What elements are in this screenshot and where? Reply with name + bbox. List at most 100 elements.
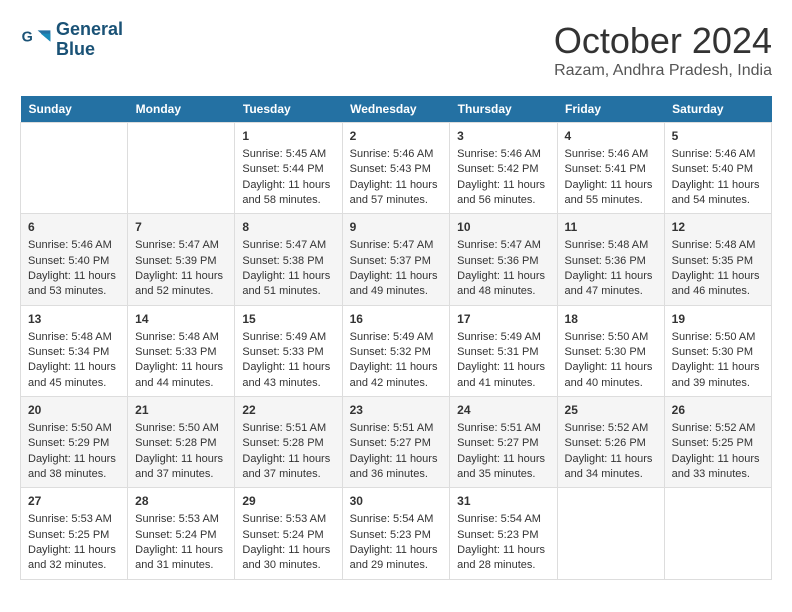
day-number: 20 xyxy=(28,402,120,419)
day-number: 27 xyxy=(28,493,120,510)
day-info-line: Sunset: 5:28 PM xyxy=(135,436,227,451)
day-info-line: Sunrise: 5:51 AM xyxy=(350,421,443,436)
day-info-line: Daylight: 11 hours and 41 minutes. xyxy=(457,360,549,391)
day-cell: 9Sunrise: 5:47 AMSunset: 5:37 PMDaylight… xyxy=(342,214,450,305)
day-info-line: Daylight: 11 hours and 45 minutes. xyxy=(28,360,120,391)
day-info-line: Daylight: 11 hours and 32 minutes. xyxy=(28,543,120,574)
day-cell: 25Sunrise: 5:52 AMSunset: 5:26 PMDayligh… xyxy=(557,397,664,488)
day-number: 6 xyxy=(28,219,120,236)
day-info-line: Sunrise: 5:46 AM xyxy=(672,147,764,162)
day-cell: 15Sunrise: 5:49 AMSunset: 5:33 PMDayligh… xyxy=(235,305,342,396)
day-info-line: Daylight: 11 hours and 38 minutes. xyxy=(28,452,120,483)
day-info-line: Daylight: 11 hours and 58 minutes. xyxy=(242,178,334,209)
day-info-line: Sunset: 5:35 PM xyxy=(672,254,764,269)
day-number: 14 xyxy=(135,311,227,328)
header-cell-saturday: Saturday xyxy=(664,96,771,123)
week-row-4: 20Sunrise: 5:50 AMSunset: 5:29 PMDayligh… xyxy=(21,397,772,488)
day-cell: 12 Sunrise: 5:48 AMSunset: 5:35 PMDayligh… xyxy=(664,214,771,305)
day-number: 15 xyxy=(242,311,334,328)
day-info-line: Sunset: 5:27 PM xyxy=(350,436,443,451)
day-cell: 8Sunrise: 5:47 AMSunset: 5:38 PMDaylight… xyxy=(235,214,342,305)
day-number: 23 xyxy=(350,402,443,419)
day-cell: 30 Sunrise: 5:54 AMSunset: 5:23 PMDayligh… xyxy=(342,488,450,579)
day-info-line: Sunrise: 5:48 AM xyxy=(672,238,764,253)
day-cell: 5Sunrise: 5:46 AMSunset: 5:40 PMDaylight… xyxy=(664,123,771,214)
day-info-line: Daylight: 11 hours and 31 minutes. xyxy=(135,543,227,574)
day-number: 31 xyxy=(457,493,549,510)
day-number: 8 xyxy=(242,219,334,236)
day-info-line: Daylight: 11 hours and 44 minutes. xyxy=(135,360,227,391)
day-info-line: Daylight: 11 hours and 30 minutes. xyxy=(242,543,334,574)
day-info-line: Daylight: 11 hours and 43 minutes. xyxy=(242,360,334,391)
day-info-line: Sunset: 5:28 PM xyxy=(242,436,334,451)
day-info-line: Sunrise: 5:53 AM xyxy=(28,512,120,527)
title-area: October 2024 Razam, Andhra Pradesh, Indi… xyxy=(554,20,772,80)
day-info-line: Sunset: 5:38 PM xyxy=(242,254,334,269)
day-info-line: Sunset: 5:36 PM xyxy=(565,254,657,269)
day-cell: 13Sunrise: 5:48 AMSunset: 5:34 PMDayligh… xyxy=(21,305,128,396)
day-info-line: Daylight: 11 hours and 53 minutes. xyxy=(28,269,120,300)
day-cell: 7Sunrise: 5:47 AMSunset: 5:39 PMDaylight… xyxy=(128,214,235,305)
day-info-line: Sunrise: 5:48 AM xyxy=(28,330,120,345)
day-info-line: Sunset: 5:23 PM xyxy=(350,528,443,543)
day-info-line: Daylight: 11 hours and 48 minutes. xyxy=(457,269,549,300)
day-info-line: Sunrise: 5:46 AM xyxy=(350,147,443,162)
week-row-3: 13Sunrise: 5:48 AMSunset: 5:34 PMDayligh… xyxy=(21,305,772,396)
day-info-line: Sunrise: 5:54 AM xyxy=(457,512,549,527)
day-cell: 24Sunrise: 5:51 AMSunset: 5:27 PMDayligh… xyxy=(450,397,557,488)
day-info-line: Sunset: 5:37 PM xyxy=(350,254,443,269)
day-cell: 6Sunrise: 5:46 AMSunset: 5:40 PMDaylight… xyxy=(21,214,128,305)
day-cell: 26Sunrise: 5:52 AMSunset: 5:25 PMDayligh… xyxy=(664,397,771,488)
day-info-line: Sunrise: 5:54 AM xyxy=(350,512,443,527)
day-cell: 29Sunrise: 5:53 AMSunset: 5:24 PMDayligh… xyxy=(235,488,342,579)
header-cell-thursday: Thursday xyxy=(450,96,557,123)
day-number: 12 xyxy=(672,219,764,236)
day-info-line: Daylight: 11 hours and 39 minutes. xyxy=(672,360,764,391)
day-info-line: Sunrise: 5:47 AM xyxy=(350,238,443,253)
day-info-line: Sunset: 5:33 PM xyxy=(242,345,334,360)
day-number: 30 xyxy=(350,493,443,510)
header-cell-friday: Friday xyxy=(557,96,664,123)
day-cell: 27 Sunrise: 5:53 AMSunset: 5:25 PMDayligh… xyxy=(21,488,128,579)
day-info-line: Sunrise: 5:46 AM xyxy=(457,147,549,162)
header-cell-monday: Monday xyxy=(128,96,235,123)
day-number: 9 xyxy=(350,219,443,236)
day-info-line: Daylight: 11 hours and 46 minutes. xyxy=(672,269,764,300)
day-info-line: Sunset: 5:41 PM xyxy=(565,162,657,177)
day-info-line: Daylight: 11 hours and 28 minutes. xyxy=(457,543,549,574)
header-cell-tuesday: Tuesday xyxy=(235,96,342,123)
day-info-line: Sunrise: 5:46 AM xyxy=(565,147,657,162)
day-cell: 11 Sunrise: 5:48 AMSunset: 5:36 PMDayligh… xyxy=(557,214,664,305)
day-cell: 23 Sunrise: 5:51 AMSunset: 5:27 PMDayligh… xyxy=(342,397,450,488)
day-number: 2 xyxy=(350,128,443,145)
day-number: 29 xyxy=(242,493,334,510)
day-info-line: Sunrise: 5:48 AM xyxy=(565,238,657,253)
day-info-line: Sunrise: 5:49 AM xyxy=(350,330,443,345)
day-info-line: Sunrise: 5:46 AM xyxy=(28,238,120,253)
day-number: 17 xyxy=(457,311,549,328)
day-number: 28 xyxy=(135,493,227,510)
day-info-line: Daylight: 11 hours and 33 minutes. xyxy=(672,452,764,483)
day-info-line: Daylight: 11 hours and 52 minutes. xyxy=(135,269,227,300)
day-cell xyxy=(21,123,128,214)
day-number: 1 xyxy=(242,128,334,145)
day-info-line: Daylight: 11 hours and 37 minutes. xyxy=(242,452,334,483)
day-cell: 4Sunrise: 5:46 AMSunset: 5:41 PMDaylight… xyxy=(557,123,664,214)
day-info-line: Daylight: 11 hours and 36 minutes. xyxy=(350,452,443,483)
day-cell xyxy=(664,488,771,579)
day-cell: 2Sunrise: 5:46 AMSunset: 5:43 PMDaylight… xyxy=(342,123,450,214)
day-info-line: Sunset: 5:26 PM xyxy=(565,436,657,451)
day-info-line: Sunset: 5:25 PM xyxy=(28,528,120,543)
day-number: 4 xyxy=(565,128,657,145)
day-info-line: Daylight: 11 hours and 29 minutes. xyxy=(350,543,443,574)
day-info-line: Daylight: 11 hours and 47 minutes. xyxy=(565,269,657,300)
day-info-line: Sunrise: 5:53 AM xyxy=(242,512,334,527)
day-info-line: Sunset: 5:24 PM xyxy=(135,528,227,543)
day-info-line: Sunrise: 5:50 AM xyxy=(565,330,657,345)
day-info-line: Sunrise: 5:52 AM xyxy=(565,421,657,436)
day-info-line: Sunset: 5:39 PM xyxy=(135,254,227,269)
day-info-line: Sunrise: 5:45 AM xyxy=(242,147,334,162)
day-info-line: Daylight: 11 hours and 51 minutes. xyxy=(242,269,334,300)
day-info-line: Sunset: 5:44 PM xyxy=(242,162,334,177)
day-number: 11 xyxy=(565,219,657,236)
